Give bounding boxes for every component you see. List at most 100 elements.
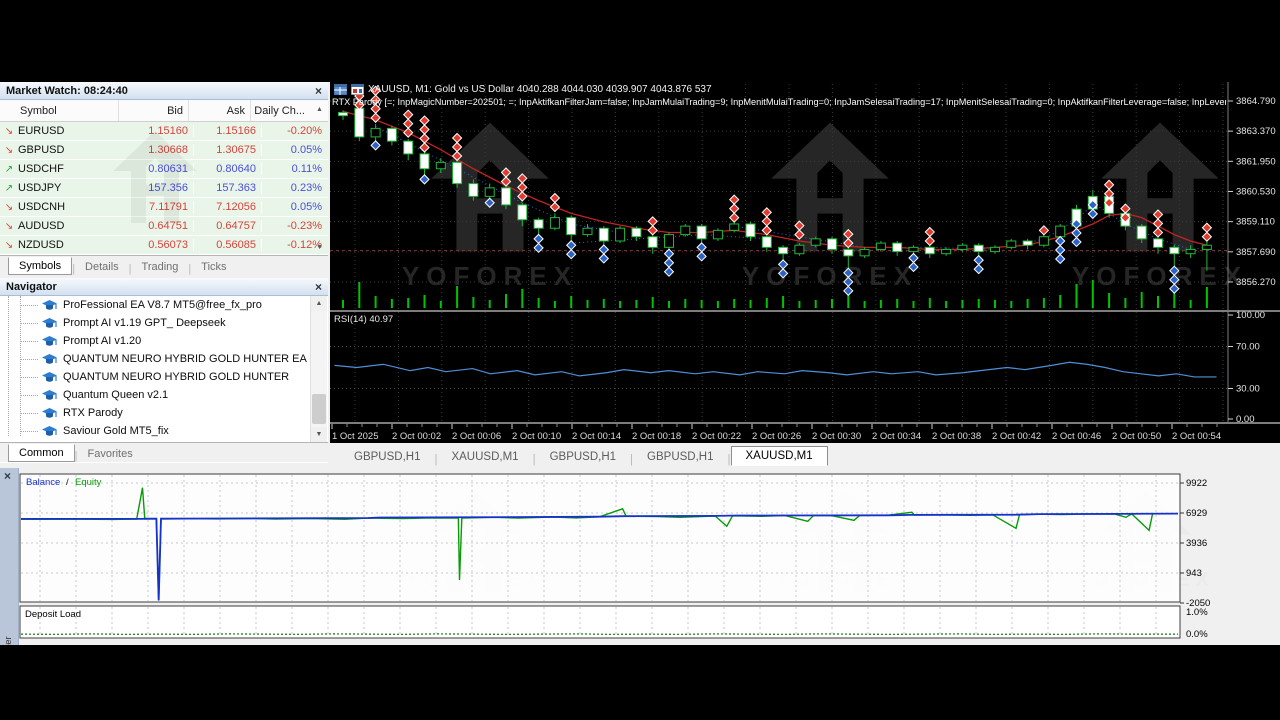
market-watch-row[interactable]: ↘GBPUSD1.306681.306750.05%: [0, 141, 328, 160]
tab-trading[interactable]: Trading: [132, 259, 189, 275]
close-icon[interactable]: ×: [315, 86, 322, 96]
navigator-item[interactable]: Quantum Queen v2.1: [0, 386, 308, 404]
legend-equity: Equity: [75, 477, 102, 488]
market-watch-row[interactable]: ↘EURUSD1.151601.15166-0.20%: [0, 122, 328, 141]
tab-ticks[interactable]: Ticks: [191, 259, 236, 275]
chart-tab-gbpusdh1[interactable]: GBPUSD,H1: [633, 448, 727, 466]
market-watch-row[interactable]: ↘USDCNH7.117917.120560.05%: [0, 198, 328, 217]
price-axis-label: 3856.270: [1236, 277, 1276, 288]
time-axis-label: 2 Oct 00:06: [452, 431, 501, 442]
navigator-item[interactable]: ProFessional EA V8.7 MT5@free_fx_pro: [0, 296, 308, 314]
mt5-application: Market Watch: 08:24:40 × SymbolBidAskDai…: [0, 0, 1280, 720]
navigator-item-label: QUANTUM NEURO HYBRID GOLD HUNTER EA V2.: [63, 353, 308, 365]
ea-parameters-line: RTX Parody [=; InpMagicNumber=202501; =;…: [332, 97, 1226, 107]
expert-advisor-icon: [42, 317, 57, 329]
symbols-grid-icon[interactable]: [334, 84, 347, 95]
market-watch-header: SymbolBidAskDaily Ch...▲: [0, 100, 328, 122]
main-chart-canvas[interactable]: YOFOREXYOFOREXYOFOREX3864.7903863.370386…: [330, 82, 1280, 443]
price-axis-label: 3864.790: [1236, 96, 1276, 107]
navigator-tabbar: Common|Favorites: [0, 442, 328, 462]
chart-window[interactable]: YOFOREXYOFOREXYOFOREX3864.7903863.370386…: [330, 82, 1280, 443]
bottom-black-bar: [0, 645, 1280, 720]
navigator-item[interactable]: Saviour Gold MT5_fix: [0, 422, 308, 440]
tester-axis-label: 9922: [1186, 478, 1207, 489]
deposit-axis-label: 1.0%: [1186, 607, 1208, 618]
navigator-item[interactable]: Prompt AI v1.19 GPT_ Deepseek: [0, 314, 308, 332]
close-icon[interactable]: ×: [315, 282, 322, 292]
navigator-scrollbar[interactable]: ▲ ▼: [310, 296, 327, 442]
scroll-up-icon[interactable]: ▲: [313, 106, 326, 113]
market-watch-row[interactable]: ↗USDCHF0.806310.806400.11%: [0, 160, 328, 179]
ask-value: 0.64757: [193, 220, 261, 232]
price-axis-label: 3863.370: [1236, 126, 1276, 137]
time-axis-label: 2 Oct 00:18: [632, 431, 681, 442]
expert-advisor-icon: [42, 389, 57, 401]
symbol-name: USDJPY: [18, 182, 118, 194]
column-header-bid[interactable]: Bid: [118, 100, 188, 121]
column-header-dailych[interactable]: Daily Ch...: [250, 100, 310, 121]
column-header-symbol[interactable]: Symbol: [0, 100, 118, 121]
price-axis-label: 3860.530: [1236, 186, 1276, 197]
chart-window-icon[interactable]: [351, 84, 364, 95]
navigator-item[interactable]: RTX Parody: [0, 404, 308, 422]
chart-tab-gbpusdh1[interactable]: GBPUSD,H1: [340, 448, 434, 466]
time-axis-label: 2 Oct 00:30: [812, 431, 861, 442]
terminal-window: Market Watch: 08:24:40 × SymbolBidAskDai…: [0, 82, 1280, 645]
ask-value: 7.12056: [193, 201, 261, 213]
chart-tab-xauusdm1[interactable]: XAUUSD,M1: [437, 448, 532, 466]
market-watch-tabbar: Symbols|Details|Trading|Ticks: [0, 255, 328, 275]
tester-axis[interactable]: 992269293936943-20501.0%0.0%: [1180, 478, 1210, 640]
price-axis-label: 3861.950: [1236, 156, 1276, 167]
time-axis-label: 2 Oct 00:42: [992, 431, 1041, 442]
watermark-text: YOFOREX: [742, 261, 918, 291]
tab-common[interactable]: Common: [8, 444, 75, 462]
scroll-down-icon[interactable]: ▼: [311, 427, 327, 442]
expert-advisor-icon: [42, 353, 57, 365]
time-axis-label: 2 Oct 00:26: [752, 431, 801, 442]
scrollbar-thumb[interactable]: [312, 394, 326, 424]
arrow-down-icon: ↘: [0, 145, 18, 156]
market-watch-titlebar[interactable]: Market Watch: 08:24:40 ×: [0, 82, 328, 100]
expert-advisor-icon: [42, 407, 57, 419]
market-watch-row[interactable]: ↗USDJPY157.356157.3630.23%: [0, 179, 328, 198]
chart-tab-gbpusdh1[interactable]: GBPUSD,H1: [536, 448, 630, 466]
deposit-axis-label: 0.0%: [1186, 629, 1208, 640]
navigator-titlebar[interactable]: Navigator ×: [0, 278, 328, 296]
ask-value: 1.30675: [193, 144, 261, 156]
chart-tab-xauusdm1[interactable]: XAUUSD,M1: [731, 446, 828, 466]
tab-symbols[interactable]: Symbols: [8, 257, 72, 275]
navigator-item[interactable]: QUANTUM NEURO HYBRID GOLD HUNTER: [0, 368, 308, 386]
time-axis-label: 2 Oct 00:14: [572, 431, 621, 442]
bid-value: 157.356: [118, 182, 193, 194]
tab-details[interactable]: Details: [75, 259, 129, 275]
bid-value: 0.80631: [118, 163, 193, 175]
deposit-load-box: [20, 606, 1180, 638]
price-axis-label: 3857.690: [1236, 247, 1276, 258]
tester-chart-canvas[interactable]: YOFOREXYOFOREXYOFOREXBalance / EquityDep…: [0, 468, 1280, 645]
navigator-item[interactable]: Prompt AI v1.20: [0, 332, 308, 350]
tester-axis-label: 943: [1186, 568, 1202, 579]
arrow-down-icon: ↘: [0, 240, 18, 251]
daily-change-value: 0.05%: [261, 201, 325, 213]
scroll-down-icon[interactable]: ▼: [313, 244, 326, 251]
navigator-title: Navigator: [6, 281, 57, 293]
market-watch-row[interactable]: ↘AUDUSD0.647510.64757-0.23%: [0, 217, 328, 236]
price-axis-label: 3859.110: [1236, 217, 1275, 228]
arrow-up-icon: ↗: [0, 183, 18, 194]
time-axis-label: 2 Oct 00:22: [692, 431, 741, 442]
navigator-item-label: QUANTUM NEURO HYBRID GOLD HUNTER: [63, 371, 289, 383]
top-black-bar: [0, 0, 1280, 82]
market-watch-row[interactable]: ↘NZDUSD0.560730.56085-0.12%: [0, 236, 328, 255]
tab-favorites[interactable]: Favorites: [77, 446, 142, 462]
rsi-indicator-label: RSI(14) 40.97: [334, 314, 393, 325]
daily-change-value: -0.23%: [261, 220, 325, 232]
column-header-ask[interactable]: Ask: [188, 100, 250, 121]
arrow-down-icon: ↘: [0, 221, 18, 232]
time-axis-label: 2 Oct 00:38: [932, 431, 981, 442]
legend-separator: /: [66, 477, 69, 488]
scroll-up-icon[interactable]: ▲: [311, 296, 327, 311]
navigator-item-label: Prompt AI v1.20: [63, 335, 141, 347]
chart-title: XAUUSD, M1: Gold vs US Dollar 4040.288 4…: [368, 84, 712, 95]
navigator-item[interactable]: QUANTUM NEURO HYBRID GOLD HUNTER EA V2.: [0, 350, 308, 368]
market-watch-rows: ↘EURUSD1.151601.15166-0.20%↘GBPUSD1.3066…: [0, 122, 328, 255]
